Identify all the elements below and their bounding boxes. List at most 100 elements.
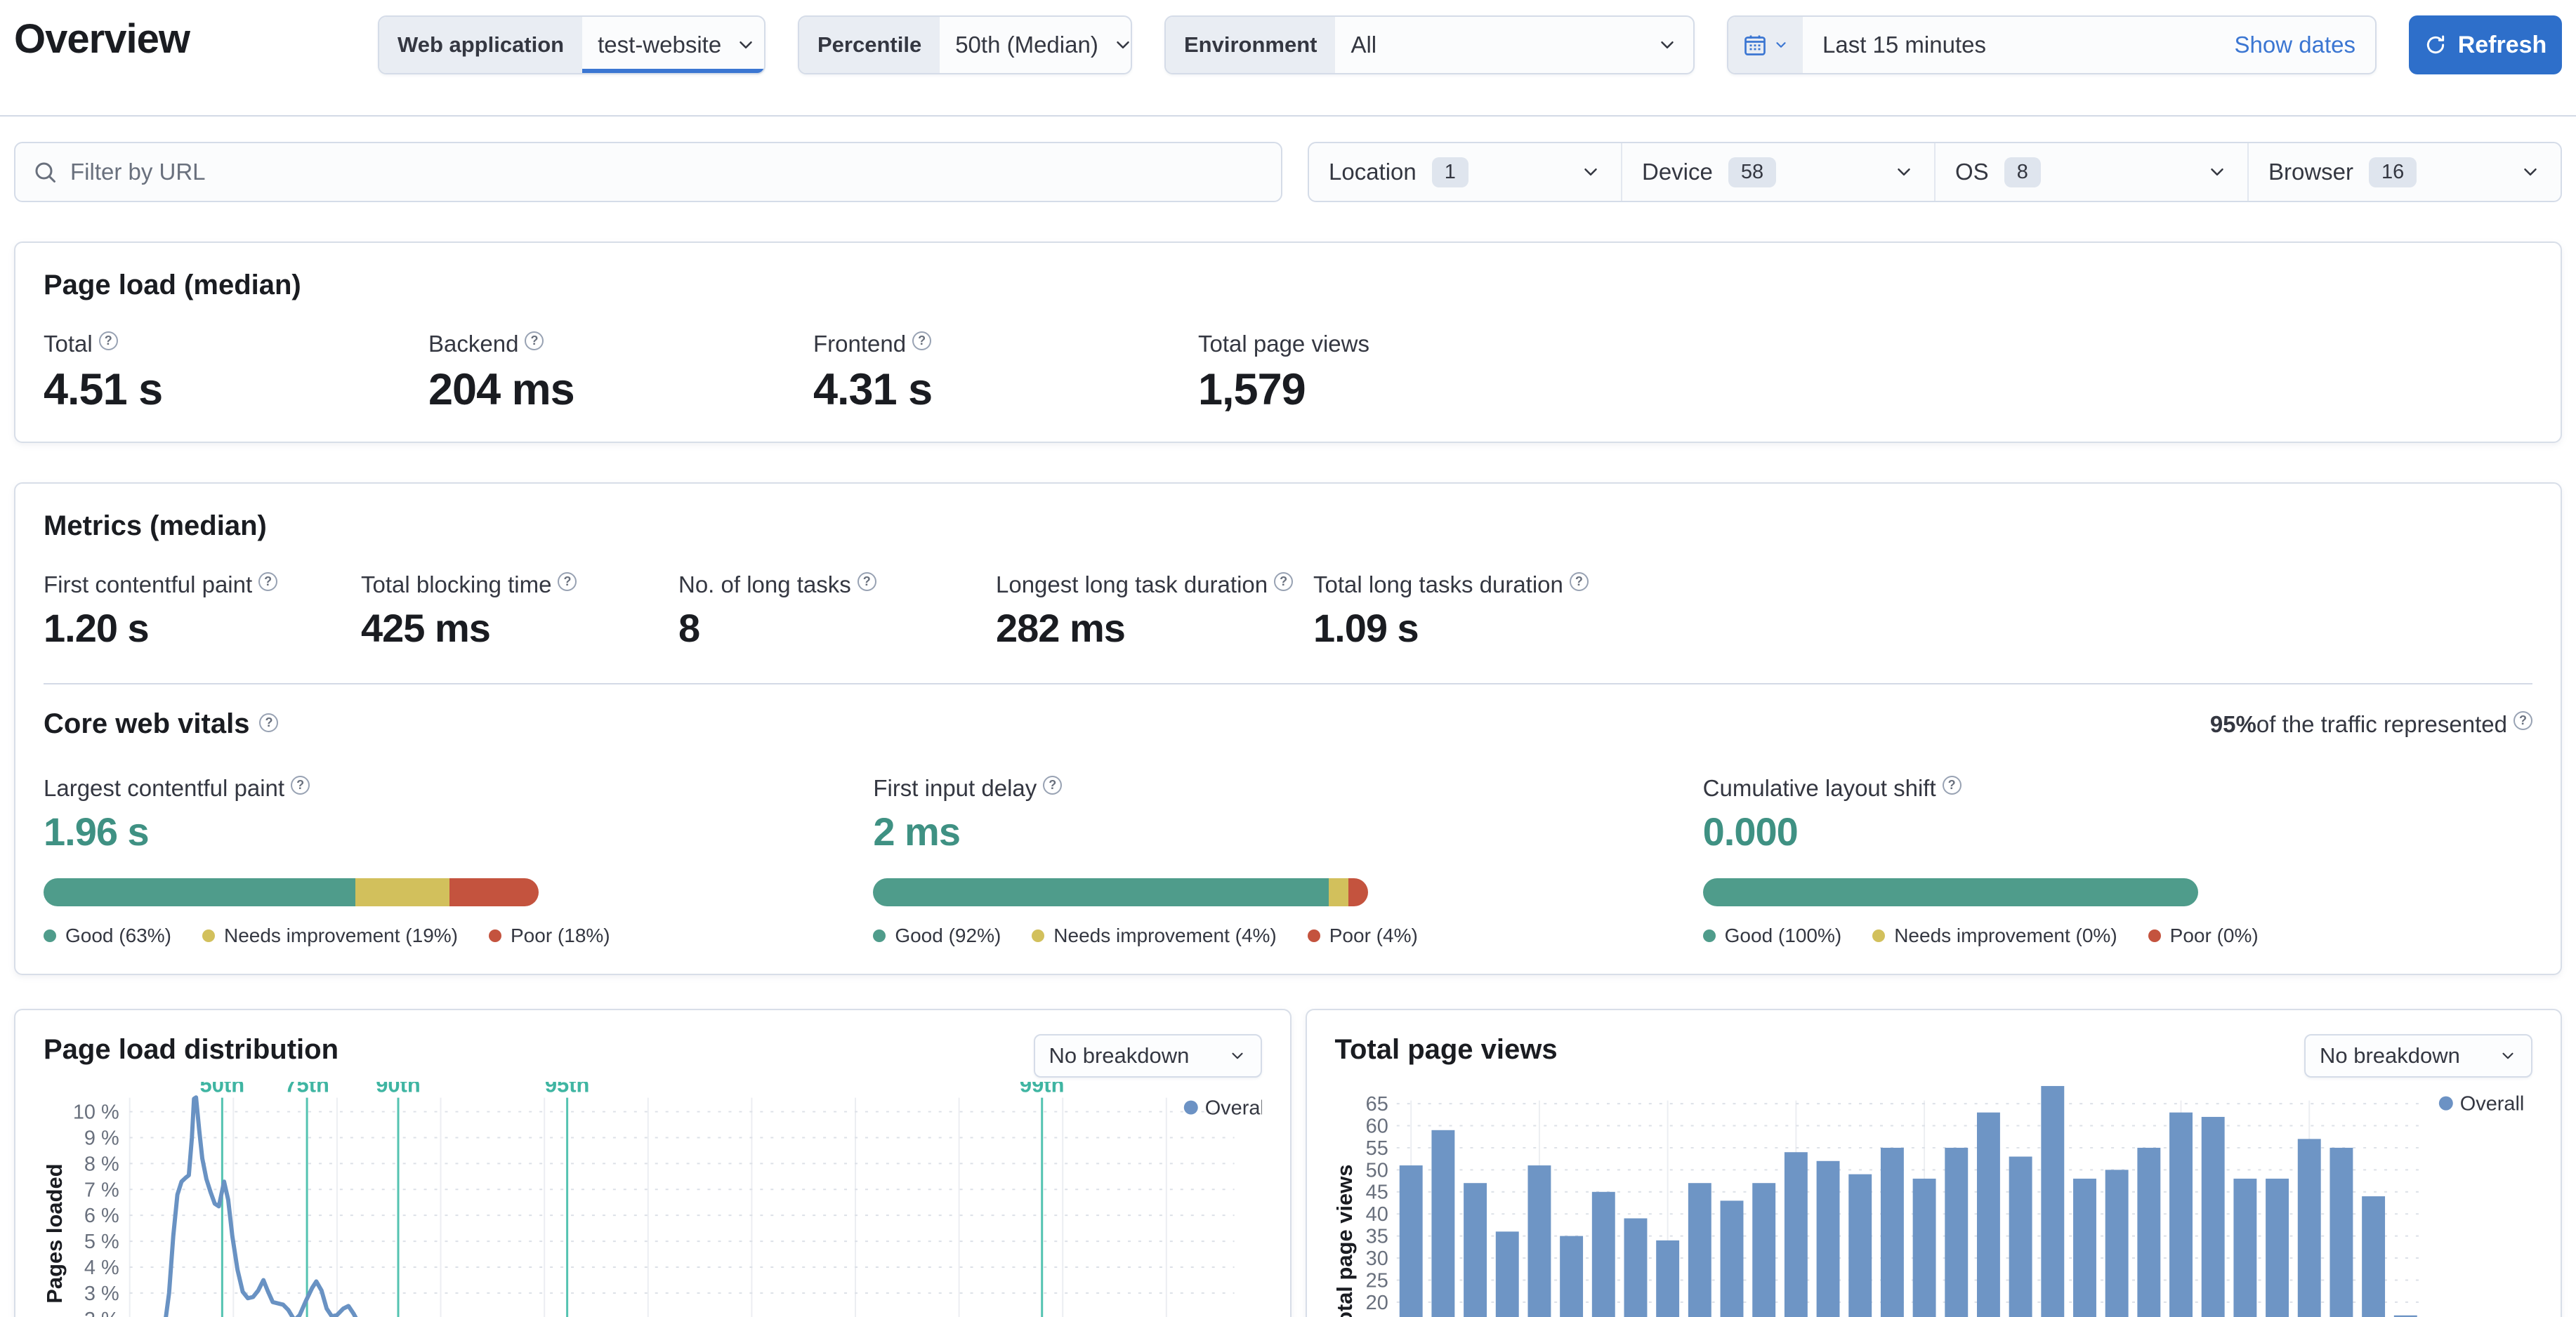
- help-icon[interactable]: [2513, 711, 2532, 730]
- refresh-button[interactable]: Refresh: [2409, 15, 2562, 74]
- help-icon[interactable]: [912, 331, 932, 350]
- show-dates-link[interactable]: Show dates: [2235, 17, 2375, 73]
- refresh-button-label: Refresh: [2457, 31, 2547, 58]
- top-bar: Overview Web application test-website Pe…: [0, 0, 2576, 74]
- facet-browser[interactable]: Browser 16: [2249, 143, 2561, 201]
- metric-longest-long-task: Longest long task duration 282 ms: [996, 571, 1313, 651]
- web-application-select[interactable]: Web application test-website: [378, 15, 765, 74]
- bar: [2329, 1147, 2353, 1317]
- chevron-down-icon: [1584, 168, 1597, 176]
- legend-dot-icon: [2438, 1096, 2453, 1111]
- views-svg: 0510152025303540455055606510:30:0010:32:…: [1332, 1085, 2524, 1317]
- time-range-value[interactable]: Last 15 minutes: [1803, 17, 2235, 73]
- vital-cumulative-layout-shift: Cumulative layout shift 0.000 Good (100%…: [1702, 775, 2532, 947]
- legend-label: Overall: [1205, 1097, 1262, 1120]
- legend-item: Needs improvement (4%): [1032, 925, 1277, 947]
- legend-label: Poor (4%): [1329, 925, 1418, 946]
- breakdown-select[interactable]: No breakdown: [1033, 1034, 1262, 1078]
- facet-label: Browser: [2268, 159, 2354, 185]
- quick-select-menu-button[interactable]: [1728, 17, 1803, 73]
- help-icon[interactable]: [259, 713, 279, 732]
- page-title: Overview: [14, 16, 190, 62]
- facet-location[interactable]: Location 1: [1309, 143, 1622, 201]
- calendar-icon: [1744, 35, 1766, 55]
- vital-legend: Good (100%) Needs improvement (0%) Poor (0…: [1702, 925, 2532, 947]
- legend-item: Needs improvement (0%): [1872, 925, 2117, 947]
- bar: [2233, 1178, 2256, 1317]
- facet-label: Location: [1329, 159, 1417, 185]
- environment-label: Environment: [1166, 17, 1336, 73]
- bar: [1495, 1231, 1519, 1317]
- legend-item: Good (92%): [873, 925, 1001, 947]
- svg-text:6 %: 6 %: [84, 1205, 119, 1227]
- y-axis-title: Total page views: [1335, 1165, 1357, 1317]
- legend-dot-icon: [1872, 929, 1886, 942]
- facet-device[interactable]: Device 58: [1622, 143, 1936, 201]
- metric-total-blocking-time: Total blocking time 425 ms: [361, 571, 678, 651]
- metrics-panel: Metrics (median) First contentful paint …: [14, 482, 2562, 975]
- legend-item: Needs improvement (19%): [202, 925, 458, 947]
- bar: [1655, 1240, 1679, 1317]
- percentile-select[interactable]: Percentile 50th (Median): [798, 15, 1132, 74]
- svg-text:60: 60: [1365, 1115, 1388, 1137]
- help-icon[interactable]: [98, 331, 118, 350]
- percentile-label: 99th: [1020, 1082, 1065, 1097]
- vital-largest-contentful-paint: Largest contentful paint 1.96 s Good (63…: [44, 775, 873, 947]
- percentile-value: 50th (Median): [955, 32, 1098, 58]
- help-icon[interactable]: [857, 571, 876, 591]
- percentile-label: 75th: [284, 1082, 329, 1097]
- legend-label: Good (63%): [65, 925, 171, 946]
- svg-text:8 %: 8 %: [84, 1153, 119, 1175]
- metric-value: 425 ms: [361, 606, 491, 650]
- bar: [1752, 1183, 1775, 1317]
- help-icon[interactable]: [1569, 571, 1589, 591]
- core-web-vitals-row: Largest contentful paint 1.96 s Good (63…: [44, 775, 2532, 947]
- filter-row: Location 1 Device 58 OS 8 Browser 16: [14, 142, 2562, 202]
- chevron-down-icon: [1231, 1052, 1243, 1059]
- help-icon[interactable]: [558, 571, 577, 591]
- breakdown-select[interactable]: No breakdown: [2304, 1034, 2532, 1078]
- help-icon[interactable]: [258, 571, 278, 591]
- facet-os[interactable]: OS 8: [1936, 143, 2249, 201]
- chart-legend: Overall: [1183, 1097, 1269, 1120]
- legend-label: Poor (18%): [511, 925, 610, 946]
- search-icon: [35, 162, 55, 183]
- bar: [1559, 1236, 1583, 1317]
- legend-dot-icon: [2148, 929, 2161, 942]
- bar: [1944, 1147, 1968, 1317]
- legend-label: Overall: [2459, 1093, 2524, 1116]
- chart-title: Page load distribution: [44, 1034, 339, 1065]
- help-icon[interactable]: [291, 775, 310, 795]
- facet-count-badge: 16: [2369, 157, 2417, 187]
- bar: [1688, 1183, 1711, 1317]
- page-load-distribution-chart: 50th75th90th95th99th0 %1 %2 %3 %4 %5 %6 …: [42, 1073, 1269, 1317]
- vital-legend: Good (63%) Needs improvement (19%) Poor (1…: [44, 925, 873, 947]
- svg-text:9 %: 9 %: [84, 1127, 119, 1149]
- legend-label: Poor (0%): [2169, 925, 2259, 946]
- page-load-distribution-panel: Page load distribution No breakdown 50th…: [14, 1009, 1292, 1317]
- svg-text:25: 25: [1365, 1269, 1388, 1292]
- bar: [1527, 1165, 1551, 1317]
- help-icon[interactable]: [1942, 775, 1961, 795]
- facet-label: OS: [1955, 159, 1989, 185]
- legend-item: Good (100%): [1702, 925, 1841, 947]
- help-icon[interactable]: [1274, 571, 1294, 591]
- time-range-picker: Last 15 minutes Show dates: [1727, 15, 2377, 74]
- legend-label: Needs improvement (19%): [223, 925, 458, 946]
- svg-text:2 %: 2 %: [84, 1309, 119, 1317]
- legend-item: Poor (0%): [2148, 925, 2259, 947]
- help-icon[interactable]: [525, 331, 544, 350]
- web-application-label: Web application: [379, 17, 583, 73]
- help-icon[interactable]: [1043, 775, 1063, 795]
- legend-dot-icon: [202, 929, 215, 942]
- bar: [1624, 1218, 1647, 1317]
- vital-bar-segment: [449, 878, 539, 906]
- url-filter-input[interactable]: [70, 159, 1264, 185]
- percentile-label: 50th: [200, 1082, 245, 1097]
- bar: [1880, 1147, 1904, 1317]
- metric-long-tasks-count: No. of long tasks 8: [678, 571, 996, 651]
- environment-select[interactable]: Environment All: [1164, 15, 1695, 74]
- legend-label: Needs improvement (0%): [1894, 925, 2117, 946]
- bar: [2361, 1196, 2385, 1317]
- legend-dot-icon: [1032, 929, 1045, 942]
